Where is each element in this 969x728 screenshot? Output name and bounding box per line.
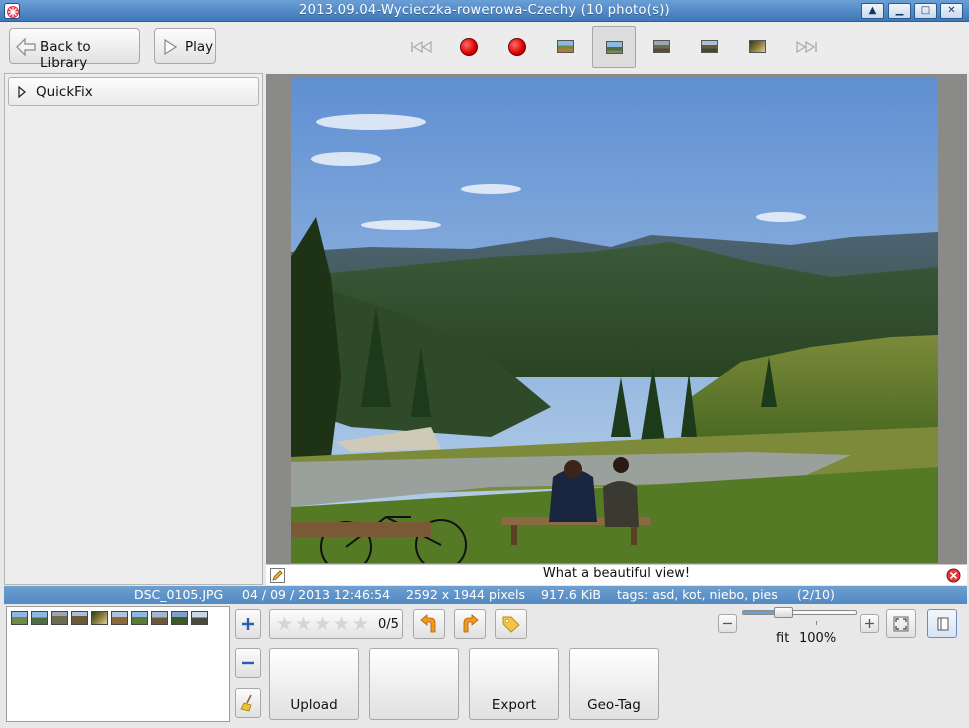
add-button[interactable] [235,609,261,639]
toolbar: Back to Library Play [0,22,969,72]
photo-thumbnail [606,41,623,54]
caption-text[interactable]: What a beautiful view! [266,566,967,581]
broom-icon [240,694,252,712]
back-to-library-label: Back to Library [40,39,91,71]
thumb-nav-5[interactable] [640,26,684,68]
thumb-nav-3[interactable] [544,26,588,68]
remove-button[interactable] [235,648,261,678]
filename: DSC_0105.JPG [134,587,224,602]
geo-tag-label: Geo-Tag [587,697,641,713]
filmstrip-thumb[interactable] [111,611,128,625]
upload-button[interactable]: Upload [269,648,359,720]
rotate-right-icon [463,614,479,633]
star-icon[interactable]: ★ [276,615,293,634]
quickfix-label: QuickFix [36,84,93,100]
zoom-slider-fill [743,611,777,614]
last-photo-button[interactable] [784,26,828,68]
photo-position: (2/10) [797,587,835,602]
caption-bar: What a beautiful view! [266,564,967,585]
thumb-nav-current[interactable] [592,26,636,68]
zoom-out-button[interactable] [718,614,737,633]
zoom-tick [816,621,817,625]
tag-icon [502,616,520,633]
photo-dimensions: 2592 x 1944 pixels [406,587,526,602]
fullscreen-icon [893,616,909,632]
upload-label: Upload [290,697,338,713]
first-photo-button[interactable] [400,26,444,68]
plus-icon [242,618,254,630]
photo-datetime: 04 / 09 / 2013 12:46:54 [242,587,391,602]
photo-thumbnail [557,40,574,53]
thumb-nav-7[interactable] [736,26,780,68]
thumb-nav-1[interactable] [448,26,492,68]
tools-panel: QuickFix [4,73,263,585]
filmstrip-thumb[interactable] [51,611,68,625]
export-label: Export [491,697,537,713]
clear-button[interactable] [235,688,261,718]
photo-thumbnail [653,40,670,53]
play-button[interactable]: Play [154,28,216,64]
minus-icon [723,622,732,625]
filmstrip-thumb[interactable] [91,611,108,625]
skip-first-icon [411,41,432,53]
filmstrip[interactable] [6,606,230,722]
toggle-panel-button[interactable] [927,609,957,638]
rotate-right-button[interactable] [454,609,486,639]
filmstrip-thumb[interactable] [171,611,188,625]
zoom-fit-label: fit [776,631,790,646]
thumb-nav-2[interactable] [496,26,540,68]
tag-button[interactable] [495,609,527,639]
zoom-percent-label: 100% [799,631,837,646]
rotate-left-button[interactable] [413,609,445,639]
title-bar: 2013.09.04-Wycieczka-rowerowa-Czechy (10… [0,0,969,22]
rotate-left-icon [420,614,436,633]
zoom-slider-handle[interactable] [774,607,793,618]
star-icon[interactable]: ★ [295,615,312,634]
shade-up-icon[interactable]: ▲ [861,3,884,19]
filmstrip-thumb[interactable] [11,611,28,625]
blank-action-button[interactable] [369,648,459,720]
rating-widget[interactable]: ★ ★ ★ ★ ★ 0/5 [269,609,403,639]
play-label: Play [185,39,214,55]
error-thumbnail-icon [460,38,478,56]
photo-thumbnail [749,40,766,53]
error-thumbnail-icon [508,38,526,56]
back-arrow-icon [16,37,36,57]
plus-icon [865,619,874,628]
filmstrip-thumb[interactable] [191,611,208,625]
main-photo[interactable] [291,77,938,563]
star-icon[interactable]: ★ [314,615,331,634]
star-icon[interactable]: ★ [333,615,350,634]
geo-tag-button[interactable]: Geo-Tag [569,648,659,720]
filmstrip-thumb[interactable] [131,611,148,625]
skip-last-icon [796,41,817,53]
zoom-slider[interactable] [742,607,857,625]
photo-info-bar: DSC_0105.JPG 04 / 09 / 2013 12:46:54 259… [4,586,967,604]
expand-triangle-icon [18,86,26,98]
filmstrip-thumb[interactable] [151,611,168,625]
filmstrip-thumb[interactable] [31,611,48,625]
minus-icon [242,661,254,665]
quickfix-expander[interactable]: QuickFix [8,77,259,106]
star-icon[interactable]: ★ [352,615,369,634]
close-icon[interactable]: ✕ [940,3,963,19]
photo-thumbnail [701,40,718,53]
export-button[interactable]: Export [469,648,559,720]
maximize-icon[interactable]: □ [914,3,937,19]
photo-viewer[interactable] [266,74,967,564]
clear-caption-icon[interactable] [946,568,961,583]
window-title: 2013.09.04-Wycieczka-rowerowa-Czechy (10… [299,3,670,18]
photo-tags: tags: asd, kot, niebo, pies [617,587,778,602]
play-icon [164,39,178,55]
panel-toggle-icon [937,617,949,631]
minimize-icon[interactable]: ▁ [888,3,911,19]
fullscreen-button[interactable] [886,609,916,638]
filmstrip-thumb[interactable] [71,611,88,625]
zoom-in-button[interactable] [860,614,879,633]
file-size: 917.6 KiB [541,587,602,602]
thumb-nav-6[interactable] [688,26,732,68]
back-to-library-button[interactable]: Back to Library [9,28,140,71]
rating-label: 0/5 [378,617,399,632]
